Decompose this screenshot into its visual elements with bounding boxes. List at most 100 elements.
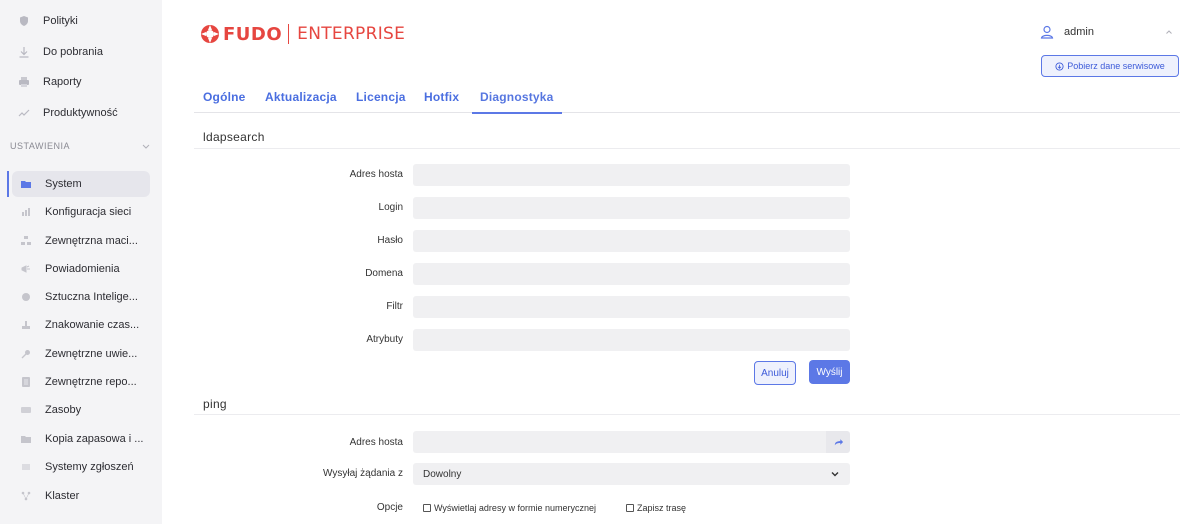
sidebar-item-label: Zewnętrzne repo... <box>45 376 137 388</box>
chevron-up-icon <box>1166 30 1172 34</box>
folder-icon <box>20 178 32 190</box>
sidebar-item-zewnetrzne-repozytoria[interactable]: Zewnętrzne repo... <box>20 369 137 395</box>
sidebar-item-label: Klaster <box>45 490 80 502</box>
cancel-button[interactable]: Anuluj <box>754 361 796 385</box>
share-arrow-icon <box>834 438 843 445</box>
ldap-filter-label: Filtr <box>386 301 403 312</box>
sidebar-item-label: Zewnętrzne uwie... <box>45 348 138 360</box>
circle-arrow-icon <box>1055 61 1064 71</box>
ldap-password-label: Hasło <box>377 235 403 246</box>
logo-brand-text: FUDO <box>223 23 283 45</box>
ping-host-input[interactable] <box>413 431 826 453</box>
sidebar-item-label: Zewnętrzna maci... <box>45 235 138 247</box>
bell-icon <box>20 263 32 275</box>
option-numeric-checkbox[interactable] <box>423 504 431 512</box>
sidebar-item-sztuczna-inteligencja[interactable]: Sztuczna Intelige... <box>20 284 138 310</box>
sidebar-item-label: Produktywność <box>43 107 118 119</box>
settings-tabs: Ogólne Aktualizacja Licencja Hotfix Diag… <box>194 83 1180 113</box>
sidebar-item-label: Raporty <box>43 76 82 88</box>
ldap-attributes-input[interactable] <box>413 329 850 351</box>
fudo-logo[interactable]: FUDO ENTERPRISE <box>200 20 405 48</box>
sidebar-item-label: Powiadomienia <box>45 263 120 275</box>
chart-icon <box>18 107 30 119</box>
ldapsearch-section-title: ldapsearch <box>203 130 265 144</box>
ping-host-label: Adres hosta <box>349 437 403 448</box>
ticket-icon <box>20 461 32 473</box>
download-icon <box>18 46 30 58</box>
sidebar-item-produktywnosc[interactable]: Produktywność <box>18 100 118 126</box>
tab-diagnostyka[interactable]: Diagnostyka <box>480 90 554 104</box>
sidebar-item-klaster[interactable]: Klaster <box>20 483 79 509</box>
section-divider <box>194 414 1180 415</box>
sidebar: Polityki Do pobrania Raporty Produktywno… <box>0 0 162 524</box>
ping-run-button[interactable] <box>826 431 850 453</box>
chevron-down-icon <box>831 472 839 477</box>
chevron-down-icon[interactable] <box>140 140 152 152</box>
tab-aktualizacja[interactable]: Aktualizacja <box>265 90 337 104</box>
ldap-login-input[interactable] <box>413 197 850 219</box>
send-button[interactable]: Wyślij <box>809 360 850 384</box>
logo-separator <box>288 24 290 44</box>
option-route-checkbox[interactable] <box>626 504 634 512</box>
user-icon <box>1040 25 1054 39</box>
ldap-login-label: Login <box>378 202 403 213</box>
active-indicator <box>7 171 9 197</box>
ldap-domain-label: Domena <box>365 268 403 279</box>
section-divider <box>194 148 1180 149</box>
ldap-password-input[interactable] <box>413 230 850 252</box>
sidebar-item-label: Polityki <box>43 15 78 27</box>
sidebar-item-system[interactable]: System <box>20 171 82 197</box>
ping-options-label: Opcje <box>376 502 403 513</box>
sidebar-item-label: Kopia zapasowa i ... <box>45 433 144 445</box>
tab-hotfix[interactable]: Hotfix <box>424 90 459 104</box>
sidebar-item-kopia-zapasowa[interactable]: Kopia zapasowa i ... <box>20 426 143 452</box>
sidebar-item-znakowanie-czasu[interactable]: Znakowanie czas... <box>20 312 139 338</box>
logo-edition-text: ENTERPRISE <box>297 24 406 44</box>
cluster-icon <box>20 490 32 502</box>
sidebar-item-konfiguracja-sieci[interactable]: Konfiguracja sieci <box>20 199 131 225</box>
user-menu[interactable]: admin <box>1040 25 1172 39</box>
sidebar-item-zewnetrzne-uwierzytelnianie[interactable]: Zewnętrzne uwie... <box>20 341 137 367</box>
sidebar-item-systemy-zgloszen[interactable]: Systemy zgłoszeń <box>20 454 134 480</box>
option-route-label: Zapisz trasę <box>637 503 687 513</box>
ping-source-select[interactable]: Dowolny <box>413 463 850 485</box>
option-numeric-addresses[interactable]: Wyświetlaj adresy w formie numerycznej <box>423 503 596 513</box>
matrix-icon <box>20 235 32 247</box>
ai-icon <box>20 291 32 303</box>
shield-icon <box>18 15 30 27</box>
section-label-ustawienia: USTAWIENIA <box>10 141 71 151</box>
sidebar-item-label: Systemy zgłoszeń <box>45 461 134 473</box>
sidebar-item-label: Konfiguracja sieci <box>45 206 132 218</box>
sidebar-item-polityki[interactable]: Polityki <box>18 8 78 34</box>
stamp-icon <box>20 319 32 331</box>
ping-section-title: ping <box>203 397 227 411</box>
ping-source-label: Wysyłaj żądania z <box>323 468 403 479</box>
ldap-attributes-label: Atrybuty <box>366 334 403 345</box>
fudo-logo-mark-icon <box>201 25 219 43</box>
sidebar-item-label: Do pobrania <box>43 46 103 58</box>
network-icon <box>20 206 32 218</box>
sidebar-item-label: System <box>45 178 82 190</box>
sidebar-item-zasoby[interactable]: Zasoby <box>20 397 81 423</box>
ldap-host-label: Adres hosta <box>349 169 403 180</box>
tab-ogolne[interactable]: Ogólne <box>203 90 246 104</box>
sidebar-item-raporty[interactable]: Raporty <box>18 69 82 95</box>
user-name: admin <box>1064 26 1094 38</box>
sidebar-item-powiadomienia[interactable]: Powiadomienia <box>20 256 120 282</box>
ping-source-value: Dowolny <box>423 468 462 480</box>
sidebar-item-do-pobrania[interactable]: Do pobrania <box>18 39 103 65</box>
printer-icon <box>18 76 30 88</box>
active-tab-underline <box>472 112 562 114</box>
option-numeric-label: Wyświetlaj adresy w formie numerycznej <box>434 503 596 513</box>
ldap-domain-input[interactable] <box>413 263 850 285</box>
resources-icon <box>20 404 32 416</box>
option-record-route[interactable]: Zapisz trasę <box>626 503 686 513</box>
sidebar-item-label: Znakowanie czas... <box>45 319 140 331</box>
ldap-filter-input[interactable] <box>413 296 850 318</box>
download-service-data-label: Pobierz dane serwisowe <box>1067 61 1165 71</box>
tab-licencja[interactable]: Licencja <box>356 90 406 104</box>
sidebar-item-zewnetrzna-macierz[interactable]: Zewnętrzna maci... <box>20 228 138 254</box>
download-service-data-button[interactable]: Pobierz dane serwisowe <box>1041 55 1179 77</box>
sidebar-item-label: Sztuczna Intelige... <box>45 291 138 303</box>
ldap-host-input[interactable] <box>413 164 850 186</box>
